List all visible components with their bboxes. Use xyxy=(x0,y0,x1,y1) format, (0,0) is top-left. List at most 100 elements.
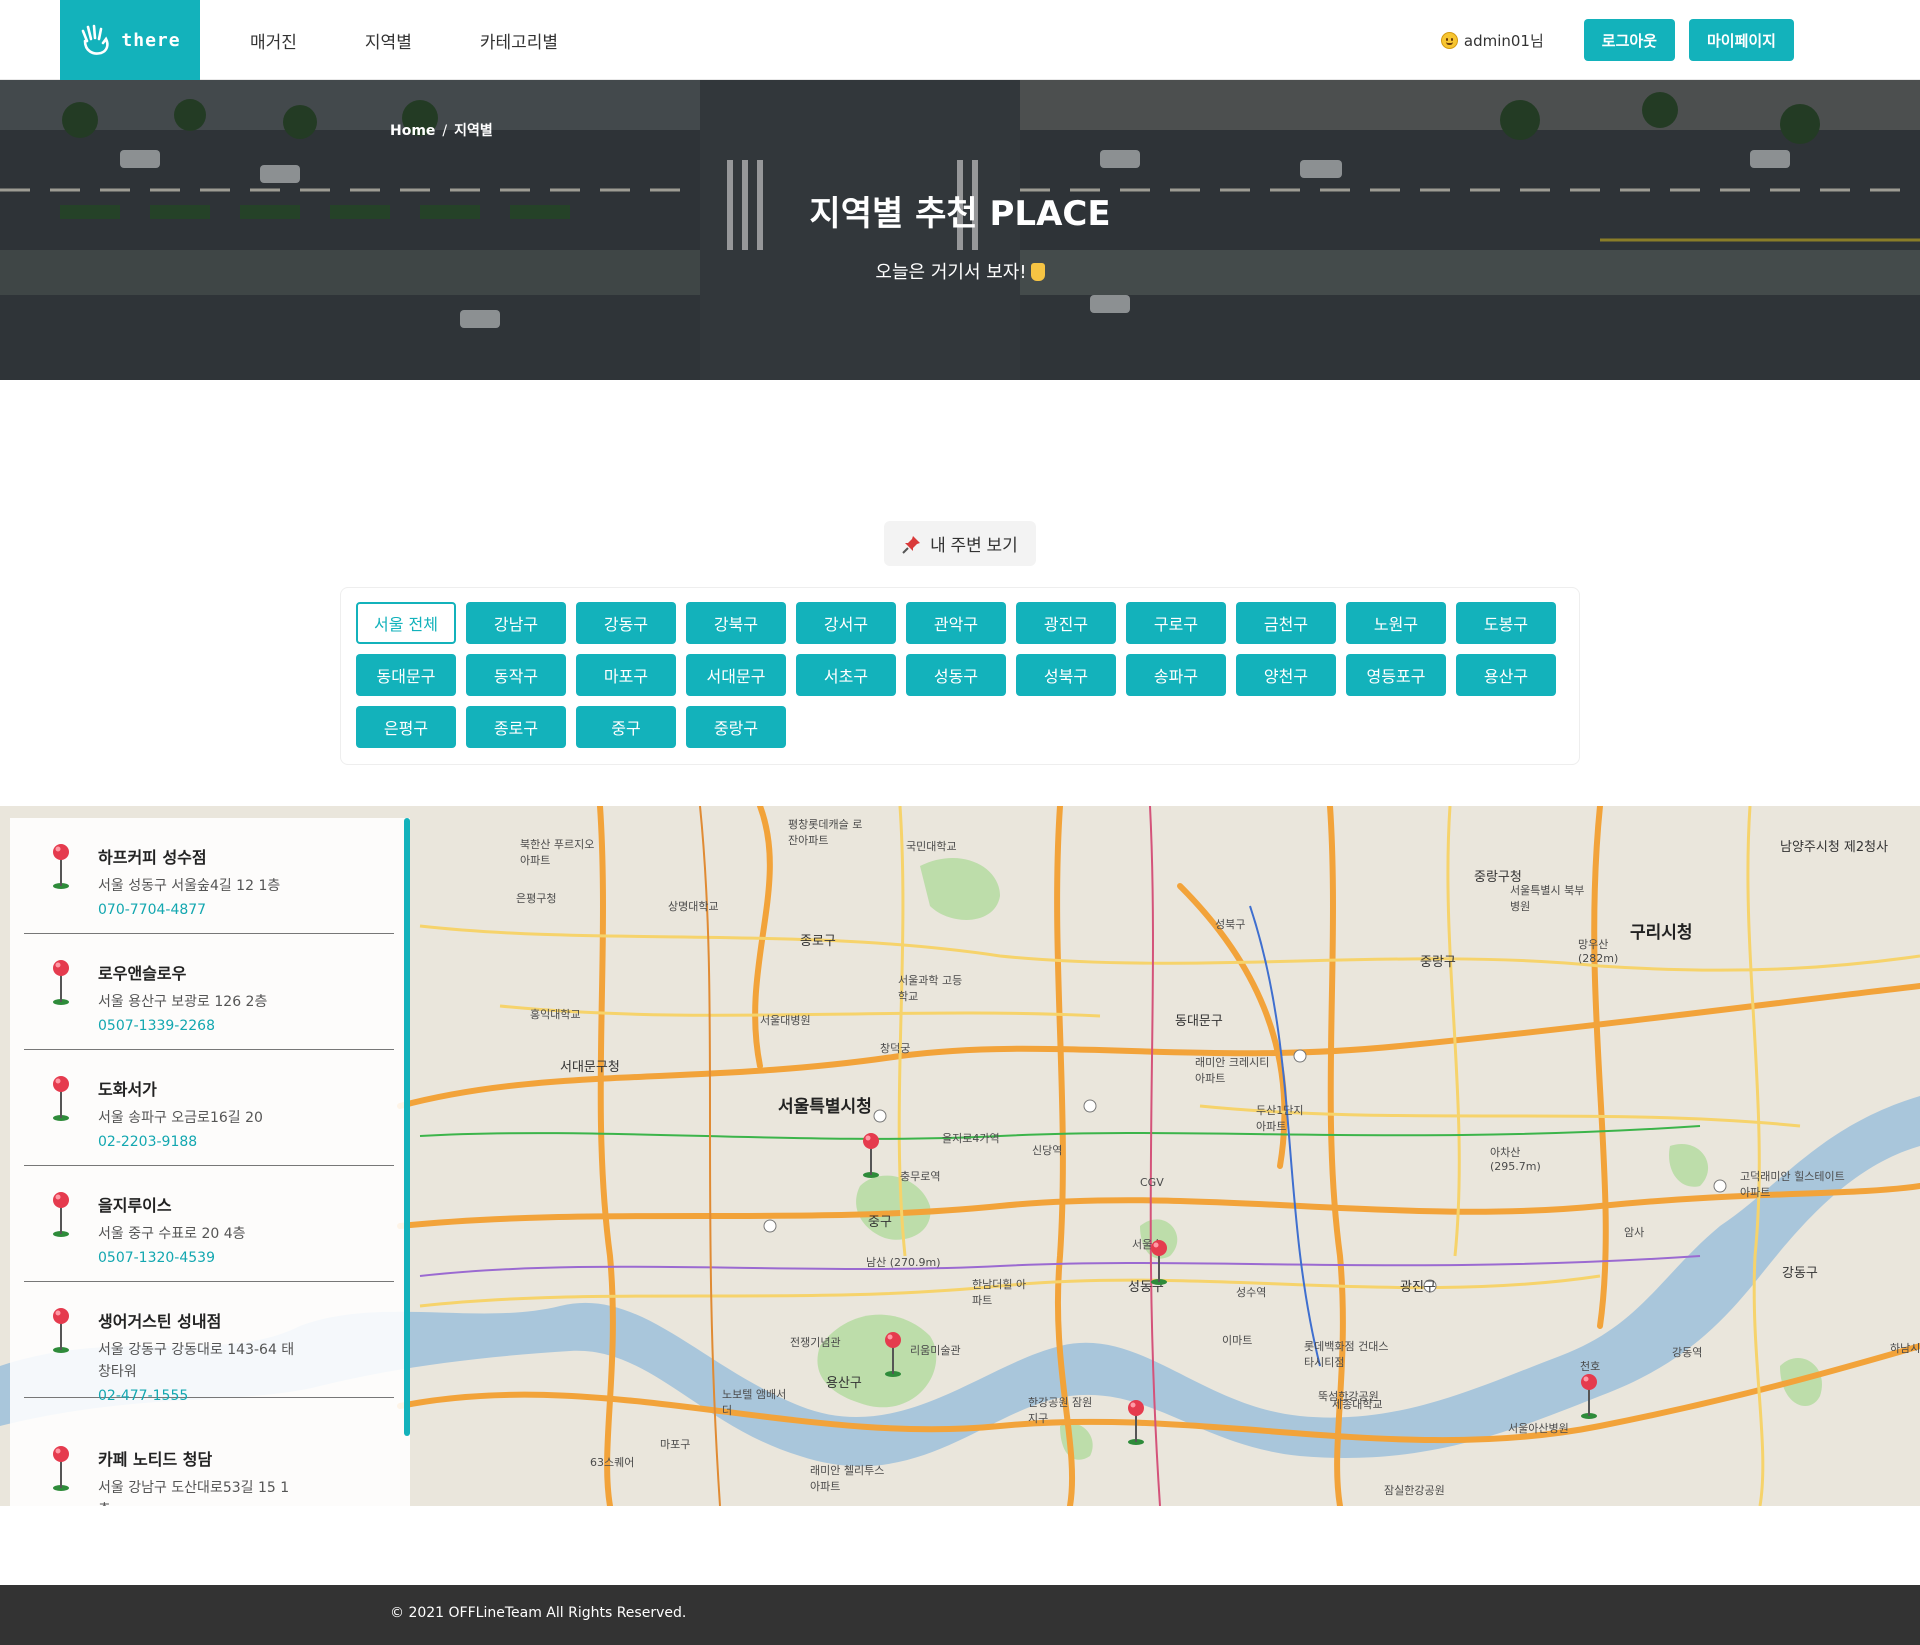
place-list-panel[interactable]: 하프커피 성수점 서울 성동구 서울숲4길 12 1층 070-7704-4877 로… xyxy=(10,818,410,1506)
map-label: 성수역 xyxy=(1236,1286,1267,1299)
breadcrumb-home[interactable]: Home xyxy=(390,123,435,139)
place-address: 서울 용산구 보광로 126 2층 xyxy=(98,994,268,1010)
map-label: 전쟁기념관 xyxy=(790,1336,841,1349)
district-button[interactable]: 노원구 xyxy=(1346,602,1446,644)
mypage-button[interactable]: 마이페이지 xyxy=(1688,19,1794,61)
district-button[interactable]: 중구 xyxy=(576,706,676,748)
district-button[interactable]: 강북구 xyxy=(686,602,786,644)
district-button[interactable]: 관악구 xyxy=(906,602,1006,644)
district-button[interactable]: 서초구 xyxy=(796,654,896,696)
user-area: admin01님 로그아웃 마이페이지 xyxy=(1440,19,1794,61)
place-phone[interactable]: 02-477-1555 xyxy=(98,1388,188,1404)
map-label: 구리시청 xyxy=(1630,923,1693,943)
district-button[interactable]: 마포구 xyxy=(576,654,676,696)
breadcrumb-current: 지역별 xyxy=(454,123,493,139)
map-marker-pin[interactable] xyxy=(1148,1238,1170,1288)
district-button[interactable]: 동작구 xyxy=(466,654,566,696)
logo-text: there xyxy=(121,29,181,51)
district-button[interactable]: 강남구 xyxy=(466,602,566,644)
smile-icon xyxy=(1440,31,1458,49)
place-pin-icon xyxy=(53,1076,69,1121)
map-view[interactable]: 서울특별시청 구리시청 남양주시청 제2청사 종로구 중구 용산구 동대문구 중… xyxy=(0,806,1920,1506)
district-button[interactable]: 금천구 xyxy=(1236,602,1336,644)
place-phone[interactable]: 0507-1339-2268 xyxy=(98,1018,215,1034)
map-label: 을지로4가역 xyxy=(942,1132,1000,1145)
district-button[interactable]: 송파구 xyxy=(1126,654,1226,696)
place-pin-icon xyxy=(53,960,69,1005)
map-label: 평창롯데캐슬 로잔아파트 xyxy=(788,818,863,847)
district-button[interactable]: 영등포구 xyxy=(1346,654,1446,696)
district-button[interactable]: 도봉구 xyxy=(1456,602,1556,644)
place-phone[interactable]: 0507-1320-4539 xyxy=(98,1250,215,1266)
nav-category[interactable]: 카테고리별 xyxy=(480,28,558,53)
scrollbar[interactable] xyxy=(404,818,410,1436)
place-list-item[interactable]: 을지루이스 서울 중구 수표로 20 4층 0507-1320-4539 xyxy=(24,1166,394,1282)
site-header: there 매거진 지역별 카테고리별 admin01님 로그아웃 마이페이지 xyxy=(0,0,1920,80)
place-phone[interactable]: 070-7704-4877 xyxy=(98,902,206,918)
map-label: 용산구 xyxy=(826,1376,862,1391)
district-button[interactable]: 성동구 xyxy=(906,654,1006,696)
district-button[interactable]: 성북구 xyxy=(1016,654,1116,696)
district-button[interactable]: 구로구 xyxy=(1126,602,1226,644)
district-button[interactable]: 중랑구 xyxy=(686,706,786,748)
nav-region[interactable]: 지역별 xyxy=(365,28,412,53)
map-marker-pin[interactable] xyxy=(882,1330,904,1380)
place-pin-icon xyxy=(53,1308,69,1353)
map-label: 고덕래미안 힐스테이트아파트 xyxy=(1740,1170,1845,1199)
place-address: 서울 강동구 강동대로 143-64 태창타워 xyxy=(98,1342,295,1380)
place-list-item[interactable]: 도화서가서울 송파구 오금로16길 20 02-2203-9188 xyxy=(24,1050,394,1166)
breadcrumb: Home / 지역별 xyxy=(390,120,493,140)
map-label: CGV xyxy=(1140,1176,1164,1189)
map-label: 63스퀘어 xyxy=(590,1456,635,1469)
map-label: 롯데백화점 건대스타시티점 xyxy=(1304,1340,1389,1369)
district-button[interactable]: 강서구 xyxy=(796,602,896,644)
subtitle-text: 오늘은 거기서 보자! xyxy=(875,262,1027,283)
district-button[interactable]: 은평구 xyxy=(356,706,456,748)
breadcrumb-separator: / xyxy=(442,123,448,139)
map-label: 홍익대학교 xyxy=(530,1008,581,1021)
map-label: 남양주시청 제2청사 xyxy=(1780,840,1889,855)
map-label: 서울특별시 북부병원 xyxy=(1510,884,1585,913)
map-label: 강동역 xyxy=(1672,1346,1703,1359)
page-subtitle: 오늘은 거기서 보자! xyxy=(0,258,1920,284)
map-marker-pin[interactable] xyxy=(1578,1372,1600,1422)
map-marker-pin[interactable] xyxy=(1125,1398,1147,1448)
district-button[interactable]: 광진구 xyxy=(1016,602,1116,644)
copyright-text: © 2021 OFFLineTeam All Rights Reserved. xyxy=(390,1605,687,1621)
map-label: 동대문구 xyxy=(1175,1014,1223,1029)
map-label: 마포구 xyxy=(660,1438,691,1451)
place-name: 도화서가 xyxy=(98,1080,157,1099)
map-label: 망우산 (282m) xyxy=(1578,938,1619,965)
place-list-item[interactable]: 카페 노티드 청담서울 강남구 도산대로53길 15 1층 xyxy=(24,1420,394,1506)
nearby-button[interactable]: 내 주변 보기 xyxy=(884,521,1036,566)
place-name: 카페 노티드 청담 xyxy=(98,1450,213,1469)
district-button[interactable]: 강동구 xyxy=(576,602,676,644)
logout-button[interactable]: 로그아웃 xyxy=(1583,19,1675,61)
place-address: 서울 강남구 도산대로53길 15 1층 xyxy=(98,1480,290,1506)
map-label: 래미안 크레시티아파트 xyxy=(1195,1056,1270,1085)
place-list-item[interactable]: 로우앤슬로우 서울 용산구 보광로 126 2층 0507-1339-2268 xyxy=(24,934,394,1050)
nav-magazine[interactable]: 매거진 xyxy=(250,28,297,53)
district-button[interactable]: 동대문구 xyxy=(356,654,456,696)
place-name: 하프커피 성수점 xyxy=(98,848,207,867)
map-label: 한강공원 잠원지구 xyxy=(1028,1396,1093,1425)
map-label: 하남시 xyxy=(1890,1342,1920,1355)
map-marker-pin[interactable] xyxy=(860,1131,882,1181)
place-list-item[interactable]: 생어거스틴 성내점 서울 강동구 강동대로 143-64 태창타워 02-477-1… xyxy=(24,1282,394,1404)
place-phone[interactable]: 02-2203-9188 xyxy=(98,1134,197,1150)
map-label: 세종대학교 xyxy=(1332,1398,1383,1411)
pushpin-icon xyxy=(902,535,921,554)
district-button[interactable]: 양천구 xyxy=(1236,654,1336,696)
map-label: 창덕궁 xyxy=(880,1042,911,1055)
logo[interactable]: there xyxy=(60,0,200,80)
place-address: 서울 송파구 오금로16길 20 xyxy=(98,1110,263,1126)
place-list-item[interactable]: 하프커피 성수점 서울 성동구 서울숲4길 12 1층 070-7704-4877 xyxy=(24,818,394,934)
district-button[interactable]: 서대문구 xyxy=(686,654,786,696)
district-button[interactable]: 용산구 xyxy=(1456,654,1556,696)
district-button[interactable]: 종로구 xyxy=(466,706,566,748)
map-label: 래미안 첼리투스아파트 xyxy=(810,1464,885,1493)
district-button[interactable]: 서울 전체 xyxy=(356,602,456,644)
place-address: 서울 중구 수표로 20 4층 xyxy=(98,1226,246,1242)
map-label: 이마트 xyxy=(1222,1334,1253,1347)
map-label: 잠실한강공원 xyxy=(1384,1484,1445,1497)
